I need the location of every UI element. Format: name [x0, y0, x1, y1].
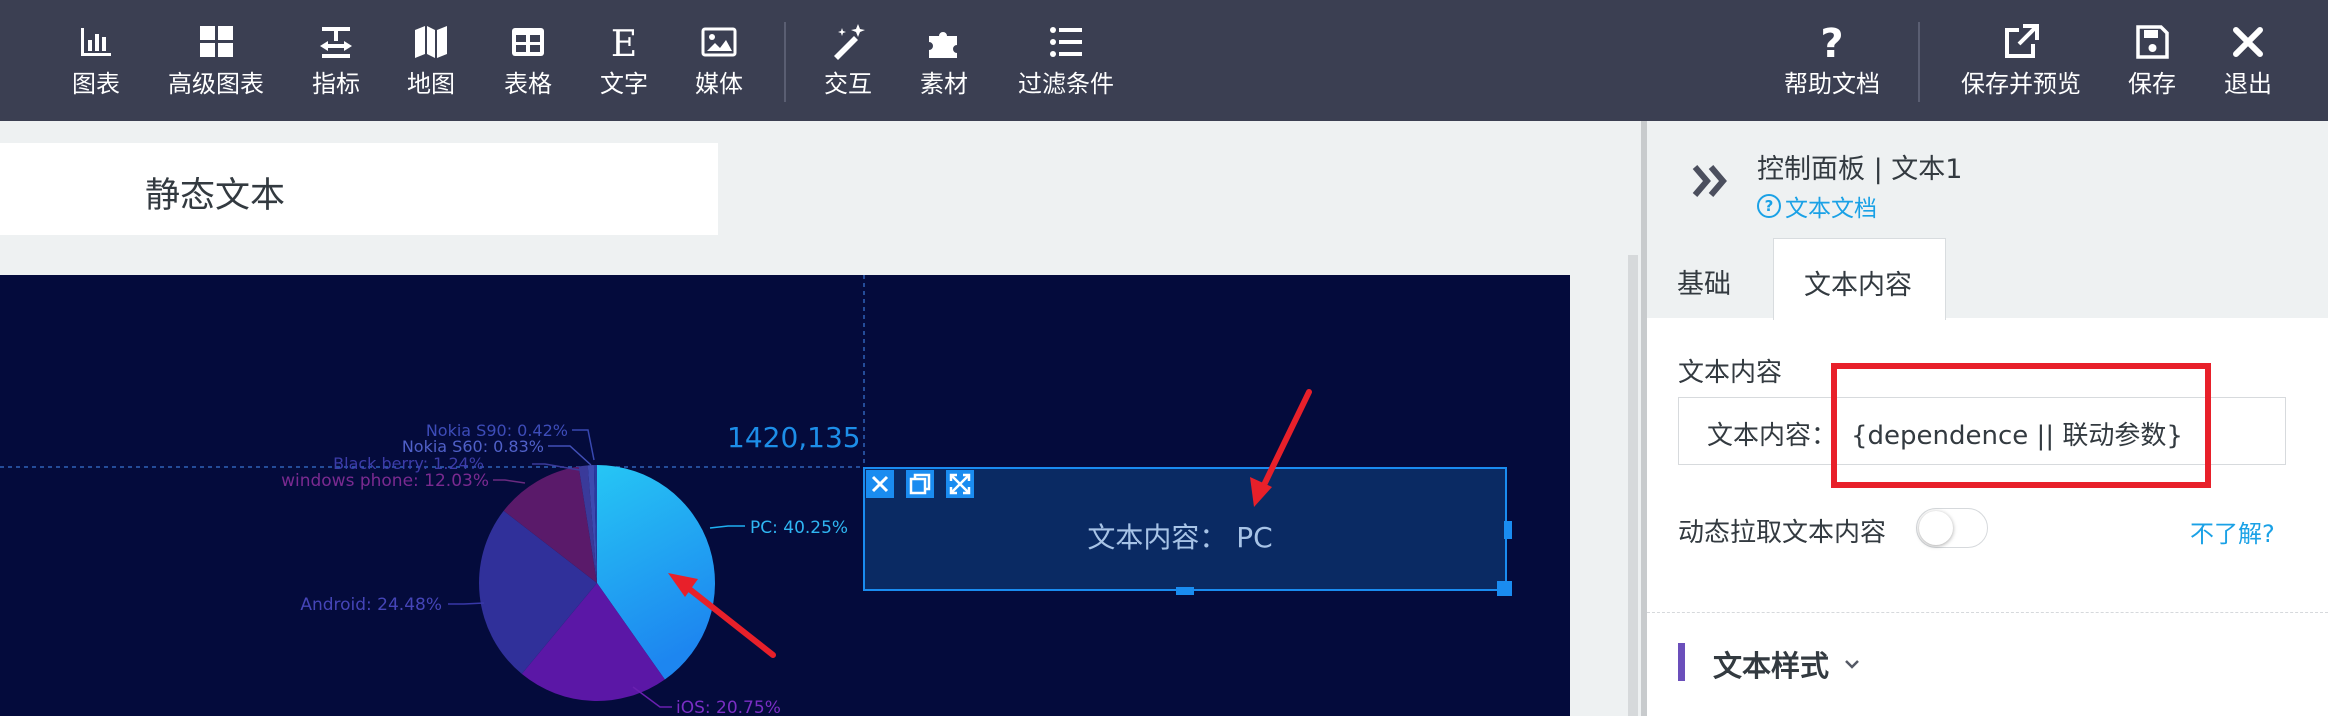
tool-save-preview[interactable]: 保存并预览 — [1960, 22, 2082, 102]
tab-label: 文本内容 — [1804, 270, 1912, 301]
save-icon — [2136, 25, 2169, 59]
collapse-panel-button[interactable] — [1689, 159, 1733, 203]
pie-label-ios: iOS: 20.75% — [676, 698, 781, 716]
table-icon — [512, 28, 544, 56]
canvas-drawing: PC: 40.25% iOS: 20.75% Android: 24.48% w… — [0, 275, 1512, 716]
tool-label: 素材 — [920, 70, 968, 98]
puzzle-icon — [929, 32, 957, 58]
toolbar-divider — [1918, 22, 1920, 102]
leader-line-android — [448, 602, 485, 605]
resize-handle-corner[interactable] — [1497, 581, 1512, 596]
list-icon — [1050, 27, 1082, 57]
image-icon — [701, 27, 737, 57]
chevron-down-icon — [1845, 660, 1859, 669]
tool-label: 保存并预览 — [1961, 70, 2081, 98]
toggle-knob — [1919, 511, 1953, 545]
tool-indicator[interactable]: 指标 — [310, 22, 362, 102]
leader-line-pc — [709, 525, 745, 529]
copy-button[interactable] — [906, 470, 934, 498]
toggle-label: 动态拉取文本内容 — [1678, 518, 1887, 548]
tool-label: 过滤条件 — [1018, 70, 1114, 98]
bar-chart-icon — [81, 28, 111, 56]
doc-link[interactable]: ? 文本文档 — [1757, 189, 1877, 223]
tool-label: 高级图表 — [168, 70, 264, 98]
tool-help-doc[interactable]: ? 帮助文档 — [1782, 22, 1882, 102]
section-divider — [1647, 612, 2328, 613]
resize-handle-bottom[interactable] — [1176, 587, 1194, 595]
tool-advanced-chart[interactable]: 高级图表 — [166, 22, 266, 102]
tool-label: 帮助文档 — [1784, 70, 1880, 98]
fullscreen-button[interactable] — [946, 470, 974, 498]
map-icon — [415, 26, 447, 58]
tab-basic[interactable]: 基础 — [1647, 238, 1773, 318]
pie-label-android: Android: 24.48% — [300, 595, 442, 615]
static-text-label: 静态文本 — [145, 176, 286, 216]
tool-chart[interactable]: 图表 — [68, 22, 124, 102]
indicator-icon — [320, 27, 352, 58]
section-accent-bar — [1678, 643, 1685, 681]
metric-value[interactable]: 1420,135 — [727, 421, 861, 454]
pie-label-nokia-s90: Nokia S90: 0.42% — [426, 421, 568, 440]
text-box-content: 文本内容： PC — [1087, 521, 1272, 554]
tool-exit[interactable]: 退出 — [2222, 22, 2274, 102]
tool-label: 文字 — [600, 70, 648, 98]
tool-label: 指标 — [312, 70, 360, 98]
tool-label: 地图 — [407, 70, 455, 98]
tab-label: 基础 — [1677, 269, 1731, 300]
help-circle-icon: ? — [1757, 194, 1781, 218]
help-link[interactable]: 不了解? — [2190, 514, 2275, 549]
static-text-component[interactable]: 静态文本 — [0, 143, 718, 235]
pie-label-pc: PC: 40.25% — [750, 518, 848, 538]
external-link-icon — [2005, 24, 2039, 58]
magic-wand-icon — [834, 24, 865, 60]
section-label: 文本内容 — [1678, 358, 1783, 388]
canvas-scrollbar[interactable] — [1628, 255, 1638, 716]
dark-canvas-component[interactable]: PC: 40.25% iOS: 20.75% Android: 24.48% w… — [0, 275, 1570, 716]
tool-material[interactable]: 素材 — [918, 22, 970, 102]
pie-label-windows: windows phone: 12.03% — [281, 471, 489, 491]
tool-label: 保存 — [2128, 70, 2176, 98]
tool-text[interactable]: E 文字 — [598, 22, 650, 102]
leader-line-nokia-s60 — [548, 445, 592, 466]
input-prefix: 文本内容： — [1707, 421, 1838, 451]
tool-media[interactable]: 媒体 — [693, 22, 745, 102]
tool-filter[interactable]: 过滤条件 — [1016, 22, 1116, 102]
annotation-box — [1831, 363, 2211, 488]
tool-interaction[interactable]: 交互 — [822, 22, 874, 102]
tool-label: 媒体 — [695, 70, 743, 98]
panel-title: 控制面板 | 文本1 — [1757, 154, 1963, 185]
delete-button[interactable] — [866, 470, 894, 498]
grid-icon — [200, 26, 233, 57]
text-icon: E — [611, 24, 637, 62]
pie-label-blackberry: Black berry: 1.24% — [333, 454, 484, 473]
tool-map[interactable]: 地图 — [405, 22, 457, 102]
doc-link-label: 文本文档 — [1785, 196, 1877, 222]
text-style-label: 文本样式 — [1713, 649, 1830, 683]
top-toolbar: 图表 高级图表 指标 地图 表格 E 文字 媒体 交互 素材 过滤条件 ? 帮助… — [0, 0, 2328, 121]
text-style-section-header[interactable]: 文本样式 — [1713, 643, 1863, 685]
tool-save[interactable]: 保存 — [2126, 22, 2178, 102]
leader-line-windows — [493, 479, 526, 484]
tab-text-content[interactable]: 文本内容 — [1773, 238, 1946, 320]
tool-label: 退出 — [2224, 70, 2272, 98]
dynamic-fetch-toggle[interactable] — [1916, 508, 1988, 548]
tool-label: 图表 — [72, 70, 120, 98]
tool-table[interactable]: 表格 — [502, 22, 554, 102]
svg-text:E: E — [611, 24, 637, 62]
leader-line-nokia-s90 — [572, 429, 595, 461]
tool-label: 表格 — [504, 70, 552, 98]
close-icon — [2233, 27, 2263, 57]
question-icon: ? — [1820, 22, 1843, 62]
tool-label: 交互 — [824, 70, 872, 98]
toolbar-divider — [784, 22, 786, 102]
resize-handle-right[interactable] — [1504, 521, 1512, 539]
svg-text:?: ? — [1820, 22, 1843, 62]
